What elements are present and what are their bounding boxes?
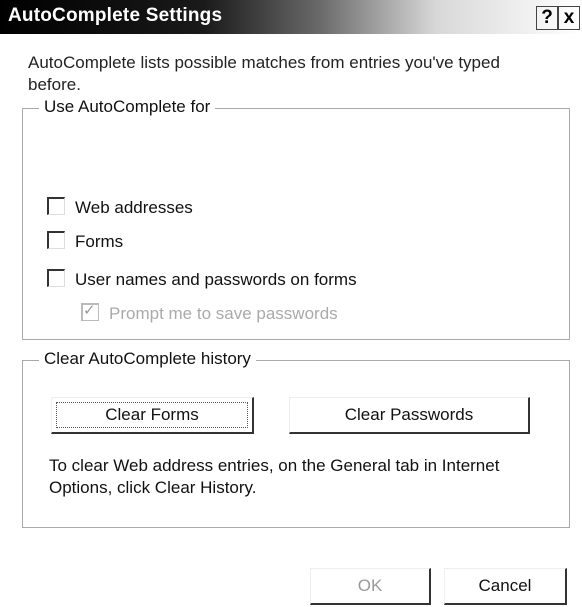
clear-passwords-button[interactable]: Clear Passwords: [289, 397, 530, 434]
checkbox-box-disabled: [81, 301, 99, 321]
web-addresses-checkbox[interactable]: Web addresses: [47, 197, 193, 218]
checkbox-box[interactable]: [47, 197, 65, 215]
cancel-button[interactable]: Cancel: [444, 568, 567, 605]
checkbox-box[interactable]: [47, 231, 65, 249]
checkbox-box[interactable]: [47, 269, 65, 287]
user-names-passwords-checkbox[interactable]: User names and passwords on forms: [47, 269, 357, 290]
clear-forms-label: Clear Forms: [105, 405, 199, 424]
checkbox-label: Web addresses: [75, 198, 193, 217]
clear-history-group: Clear AutoComplete history Clear Forms C…: [22, 349, 570, 528]
forms-checkbox[interactable]: Forms: [47, 231, 123, 252]
ok-button[interactable]: OK: [310, 568, 431, 605]
close-button[interactable]: x: [558, 6, 580, 30]
checkbox-label: Forms: [75, 232, 124, 251]
window-title: AutoComplete Settings: [8, 5, 223, 26]
checkbox-label: Prompt me to save passwords: [109, 304, 338, 323]
use-autocomplete-legend: Use AutoComplete for: [39, 97, 216, 117]
prompt-save-passwords-checkbox: Prompt me to save passwords: [81, 301, 338, 324]
clear-history-legend: Clear AutoComplete history: [39, 349, 256, 369]
clear-history-note: To clear Web address entries, on the Gen…: [49, 456, 500, 497]
checkbox-label: User names and passwords on forms: [75, 270, 357, 289]
use-autocomplete-group: Use AutoComplete for Web addresses Forms…: [22, 97, 570, 340]
intro-text: AutoComplete lists possible matches from…: [28, 53, 500, 94]
help-button[interactable]: ?: [536, 6, 558, 30]
clear-passwords-label: Clear Passwords: [344, 405, 474, 424]
clear-forms-button[interactable]: Clear Forms: [51, 397, 254, 434]
title-bar: AutoComplete Settings ? x: [0, 0, 582, 34]
